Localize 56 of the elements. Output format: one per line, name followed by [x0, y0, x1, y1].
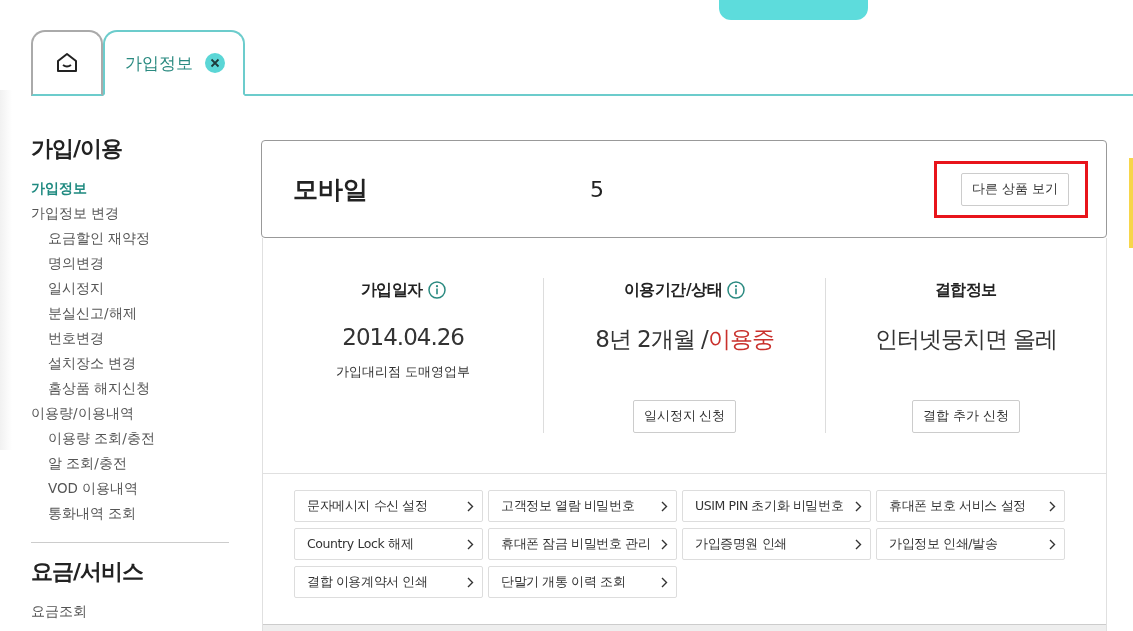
close-icon[interactable]: [205, 53, 225, 73]
nav-item[interactable]: 번호변경: [31, 326, 229, 351]
tab-label: 가입정보: [125, 51, 193, 75]
nav-item[interactable]: 알 조회/충전: [31, 451, 229, 476]
nav-item[interactable]: 홈상품 해지신청: [31, 376, 229, 401]
menu-link[interactable]: 휴대폰 보호 서비스 설정: [876, 490, 1065, 522]
chevron-icon: [855, 538, 862, 550]
stat-title: 이용기간/상태: [623, 279, 723, 301]
chevron-icon: [1049, 500, 1056, 512]
stat-subtext: 가입대리점 도매영업부: [336, 364, 471, 381]
nav-item[interactable]: 설치장소 변경: [31, 351, 229, 376]
text-fragment: 5: [590, 176, 604, 202]
chevron-icon: [661, 500, 668, 512]
menu-link[interactable]: 고객정보 열람 비밀번호: [488, 490, 677, 522]
info-icon[interactable]: [727, 281, 746, 299]
home-icon: [55, 51, 79, 75]
menu-link[interactable]: 단말기 개통 이력 조회: [488, 566, 677, 598]
info-icon[interactable]: [427, 281, 446, 299]
nav-item[interactable]: VOD 이용내역: [31, 476, 229, 501]
chevron-icon: [1049, 538, 1056, 550]
menu-link[interactable]: 휴대폰 잠금 비밀번호 관리: [488, 528, 677, 560]
chevron-icon: [661, 538, 668, 550]
stat-value: 인터넷뭉치면 올레: [874, 325, 1057, 354]
nav-item[interactable]: 요금조회: [31, 599, 229, 624]
apply-button[interactable]: 결합 추가 신청: [911, 400, 1020, 433]
other-products-button[interactable]: 다른 상품 보기: [961, 172, 1069, 206]
nav-item[interactable]: 가입정보 변경: [31, 201, 229, 226]
page-tab[interactable]: 가입정보: [103, 30, 245, 96]
stat-title: 결합정보: [934, 279, 997, 301]
stat-title: 가입일자: [360, 279, 423, 301]
product-title: 모바일: [293, 173, 368, 206]
chevron-icon: [467, 500, 474, 512]
section-title: 요금/서비스: [31, 558, 145, 586]
nav-item[interactable]: 통화내역 조회: [31, 501, 229, 526]
chevron-icon: [467, 538, 474, 550]
nav-item[interactable]: 명의변경: [31, 251, 229, 276]
apply-button[interactable]: 일시정지 신청: [632, 400, 737, 433]
nav-item[interactable]: 가입정보: [31, 176, 229, 201]
chevron-icon: [661, 576, 668, 588]
stat-value: 2014.04.26: [342, 324, 464, 350]
chevron-icon: [855, 500, 862, 512]
menu-link[interactable]: 가입정보 인쇄/발송: [876, 528, 1065, 560]
menu-link[interactable]: Country Lock 해제: [294, 528, 483, 560]
stat-value: 8년 2개월 /이용중: [595, 325, 774, 354]
menu-link[interactable]: 결합 이용계약서 인쇄: [294, 566, 483, 598]
nav-item[interactable]: 이용량/이용내역: [31, 401, 229, 426]
home-tab[interactable]: [31, 30, 103, 96]
menu-link[interactable]: 가입증명원 인쇄: [682, 528, 871, 560]
menu-link[interactable]: 문자메시지 수신 설정: [294, 490, 483, 522]
nav-item[interactable]: 분실신고/해제: [31, 301, 229, 326]
nav-item[interactable]: 요금할인 재약정: [31, 226, 229, 251]
menu-link[interactable]: USIM PIN 초기화 비밀번호: [682, 490, 871, 522]
nav-item[interactable]: 이용량 조회/충전: [31, 426, 229, 451]
nav-item[interactable]: 일시정지: [31, 276, 229, 301]
section-title: 가입/이용: [31, 135, 124, 163]
chevron-icon: [467, 576, 474, 588]
